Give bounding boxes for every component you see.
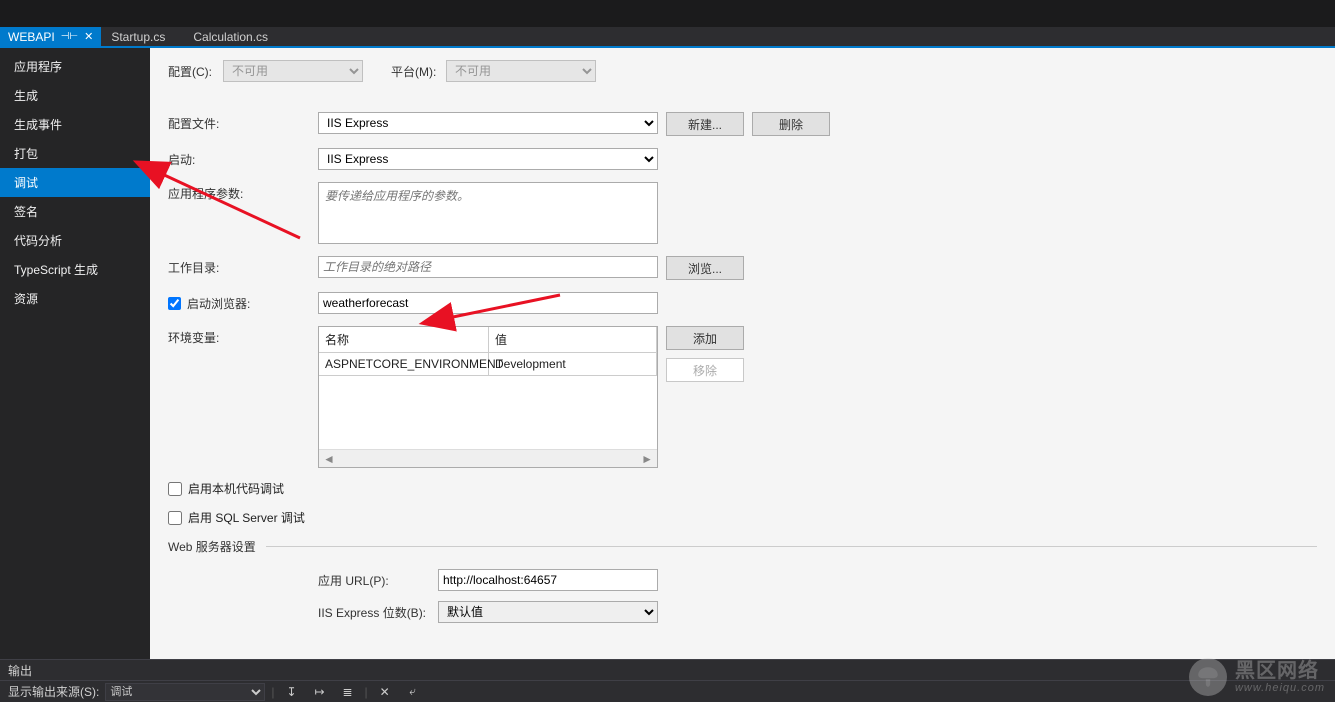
workdir-label: 工作目录:: [168, 256, 318, 276]
config-label: 配置(C):: [168, 60, 223, 80]
output-icon-2[interactable]: ↦: [308, 683, 330, 701]
scroll-left-icon[interactable]: ◄: [323, 452, 335, 466]
launchbrowser-checkbox[interactable]: [168, 297, 181, 310]
mushroom-icon: [1189, 658, 1227, 696]
env-row-name[interactable]: ASPNETCORE_ENVIRONMENT: [319, 353, 489, 375]
env-add-button[interactable]: 添加: [666, 326, 744, 350]
native-debug-checkbox[interactable]: [168, 482, 182, 496]
iisbits-label: IIS Express 位数(B):: [318, 604, 438, 621]
launch-select[interactable]: IIS Express: [318, 148, 658, 170]
output-source-label: 显示输出来源(S):: [8, 683, 99, 700]
delete-button[interactable]: 删除: [752, 112, 830, 136]
env-col-name: 名称: [319, 327, 489, 352]
profile-select[interactable]: IIS Express: [318, 112, 658, 134]
output-source-select[interactable]: 调试: [105, 683, 265, 701]
section-divider: [266, 546, 1317, 547]
output-toolbar: 显示输出来源(S): 调试 | ↧ ↦ ≣ | ✕ ⤶: [0, 680, 1335, 702]
watermark-title: 黑区网络: [1235, 660, 1325, 682]
env-label: 环境变量:: [168, 326, 318, 346]
top-toolbar: [0, 0, 1335, 27]
sidebar-item-signing[interactable]: 签名: [0, 197, 150, 226]
tab-startup-cs[interactable]: Startup.cs: [101, 27, 183, 46]
pin-icon[interactable]: ⊣⊢: [61, 31, 78, 42]
env-remove-button[interactable]: 移除: [666, 358, 744, 382]
document-tab-bar: WEBAPI ⊣⊢ ✕ Startup.cs Calculation.cs: [0, 27, 1335, 48]
workdir-input[interactable]: [318, 256, 658, 278]
output-icon-1[interactable]: ↧: [280, 683, 302, 701]
watermark-subtitle: www.heiqu.com: [1235, 682, 1325, 694]
sidebar-item-code-analysis[interactable]: 代码分析: [0, 226, 150, 255]
output-tab[interactable]: 输出: [0, 659, 1335, 680]
env-col-value: 值: [489, 327, 657, 352]
env-scrollbar[interactable]: ◄ ►: [319, 449, 657, 467]
watermark: 黑区网络 www.heiqu.com: [1189, 658, 1325, 696]
scroll-right-icon[interactable]: ►: [641, 452, 653, 466]
sidebar-item-resources[interactable]: 资源: [0, 284, 150, 313]
output-clear-icon[interactable]: ✕: [374, 683, 396, 701]
tab-calculation-cs[interactable]: Calculation.cs: [183, 27, 286, 46]
tab-label: Calculation.cs: [193, 30, 268, 44]
launch-label: 启动:: [168, 148, 318, 168]
platform-select: 不可用: [446, 60, 596, 82]
property-sidebar: 应用程序 生成 生成事件 打包 调试 签名 代码分析 TypeScript 生成…: [0, 48, 150, 659]
platform-label: 平台(M):: [391, 60, 446, 80]
tab-project-webapi[interactable]: WEBAPI ⊣⊢ ✕: [0, 27, 101, 46]
launchbrowser-label: 启动浏览器:: [187, 295, 250, 312]
output-icon-3[interactable]: ≣: [336, 683, 358, 701]
native-debug-label: 启用本机代码调试: [188, 480, 284, 497]
output-wrap-icon[interactable]: ⤶: [402, 683, 424, 701]
launchbrowser-row: 启动浏览器:: [168, 292, 318, 312]
sidebar-item-build[interactable]: 生成: [0, 81, 150, 110]
appurl-label: 应用 URL(P):: [318, 572, 438, 589]
sidebar-item-typescript[interactable]: TypeScript 生成: [0, 255, 150, 284]
sql-debug-label: 启用 SQL Server 调试: [188, 509, 305, 526]
output-title: 输出: [8, 662, 32, 679]
env-row-value[interactable]: Development: [489, 353, 657, 375]
tab-label: Startup.cs: [111, 30, 165, 44]
sidebar-item-app[interactable]: 应用程序: [0, 52, 150, 81]
close-icon[interactable]: ✕: [84, 30, 93, 43]
tab-label: WEBAPI: [8, 30, 55, 44]
sidebar-item-package[interactable]: 打包: [0, 139, 150, 168]
new-button[interactable]: 新建...: [666, 112, 744, 136]
appurl-input[interactable]: [438, 569, 658, 591]
sidebar-item-build-events[interactable]: 生成事件: [0, 110, 150, 139]
iisbits-select[interactable]: 默认值: [438, 601, 658, 623]
sidebar-item-debug[interactable]: 调试: [0, 168, 150, 197]
browse-button[interactable]: 浏览...: [666, 256, 744, 280]
launchbrowser-input[interactable]: [318, 292, 658, 314]
config-select: 不可用: [223, 60, 363, 82]
web-section-title: Web 服务器设置: [168, 538, 256, 555]
appargs-label: 应用程序参数:: [168, 182, 318, 202]
sql-debug-checkbox[interactable]: [168, 511, 182, 525]
env-grid[interactable]: 名称 值 ASPNETCORE_ENVIRONMENT Development …: [318, 326, 658, 468]
appargs-textarea[interactable]: [318, 182, 658, 244]
profile-label: 配置文件:: [168, 112, 318, 132]
debug-settings-panel: 配置(C): 不可用 平台(M): 不可用 配置文件: IIS Express …: [150, 48, 1335, 659]
